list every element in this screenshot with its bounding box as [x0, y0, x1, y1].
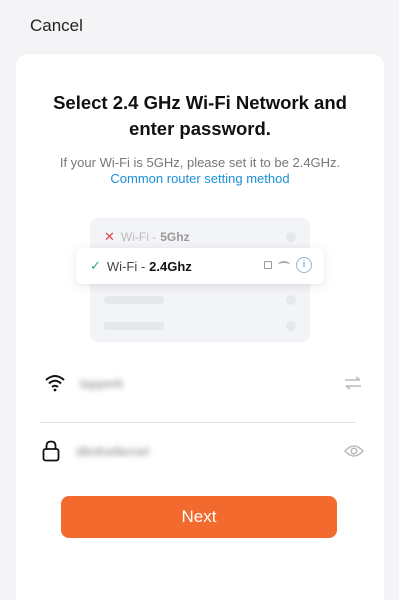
router-setting-link[interactable]: Common router setting method — [16, 170, 384, 188]
lock-icon — [42, 440, 60, 462]
wifi-icon — [278, 261, 290, 269]
placeholder-bar — [104, 322, 164, 330]
wifi-setup-card: Select 2.4 GHz Wi-Fi Network and enter p… — [16, 54, 384, 600]
check-icon: ✓ — [90, 258, 101, 273]
next-button[interactable]: Next — [61, 496, 337, 538]
illus-row-5ghz: ✕ Wi-Fi - 5Ghz — [90, 224, 310, 250]
illus-24g-band: 2.4Ghz — [149, 258, 192, 274]
lock-icon — [264, 261, 272, 269]
illus-row-24ghz: ✓ Wi-Fi - 2.4Ghz i — [76, 248, 324, 284]
illus-24g-prefix: Wi-Fi - — [106, 258, 146, 274]
wifi-icon — [45, 375, 65, 392]
eye-icon[interactable] — [344, 444, 364, 458]
cancel-button[interactable]: Cancel — [30, 16, 83, 36]
info-icon: i — [296, 257, 312, 273]
cross-icon: ✕ — [104, 229, 115, 244]
divider — [40, 422, 356, 423]
placeholder-circle — [286, 295, 296, 305]
placeholder-circle — [286, 321, 296, 331]
password-input[interactable]: dlinthellernel — [76, 444, 149, 459]
placeholder-bar — [104, 296, 164, 304]
illus-5g-prefix: Wi-Fi - — [120, 230, 157, 244]
placeholder-circle — [286, 232, 296, 242]
wifi-name-input[interactable]: tapperk — [80, 376, 123, 391]
illus-5g-band: 5Ghz — [160, 230, 190, 244]
page-title: Select 2.4 GHz Wi-Fi Network and enter p… — [53, 92, 347, 139]
swap-icon[interactable] — [344, 376, 362, 390]
